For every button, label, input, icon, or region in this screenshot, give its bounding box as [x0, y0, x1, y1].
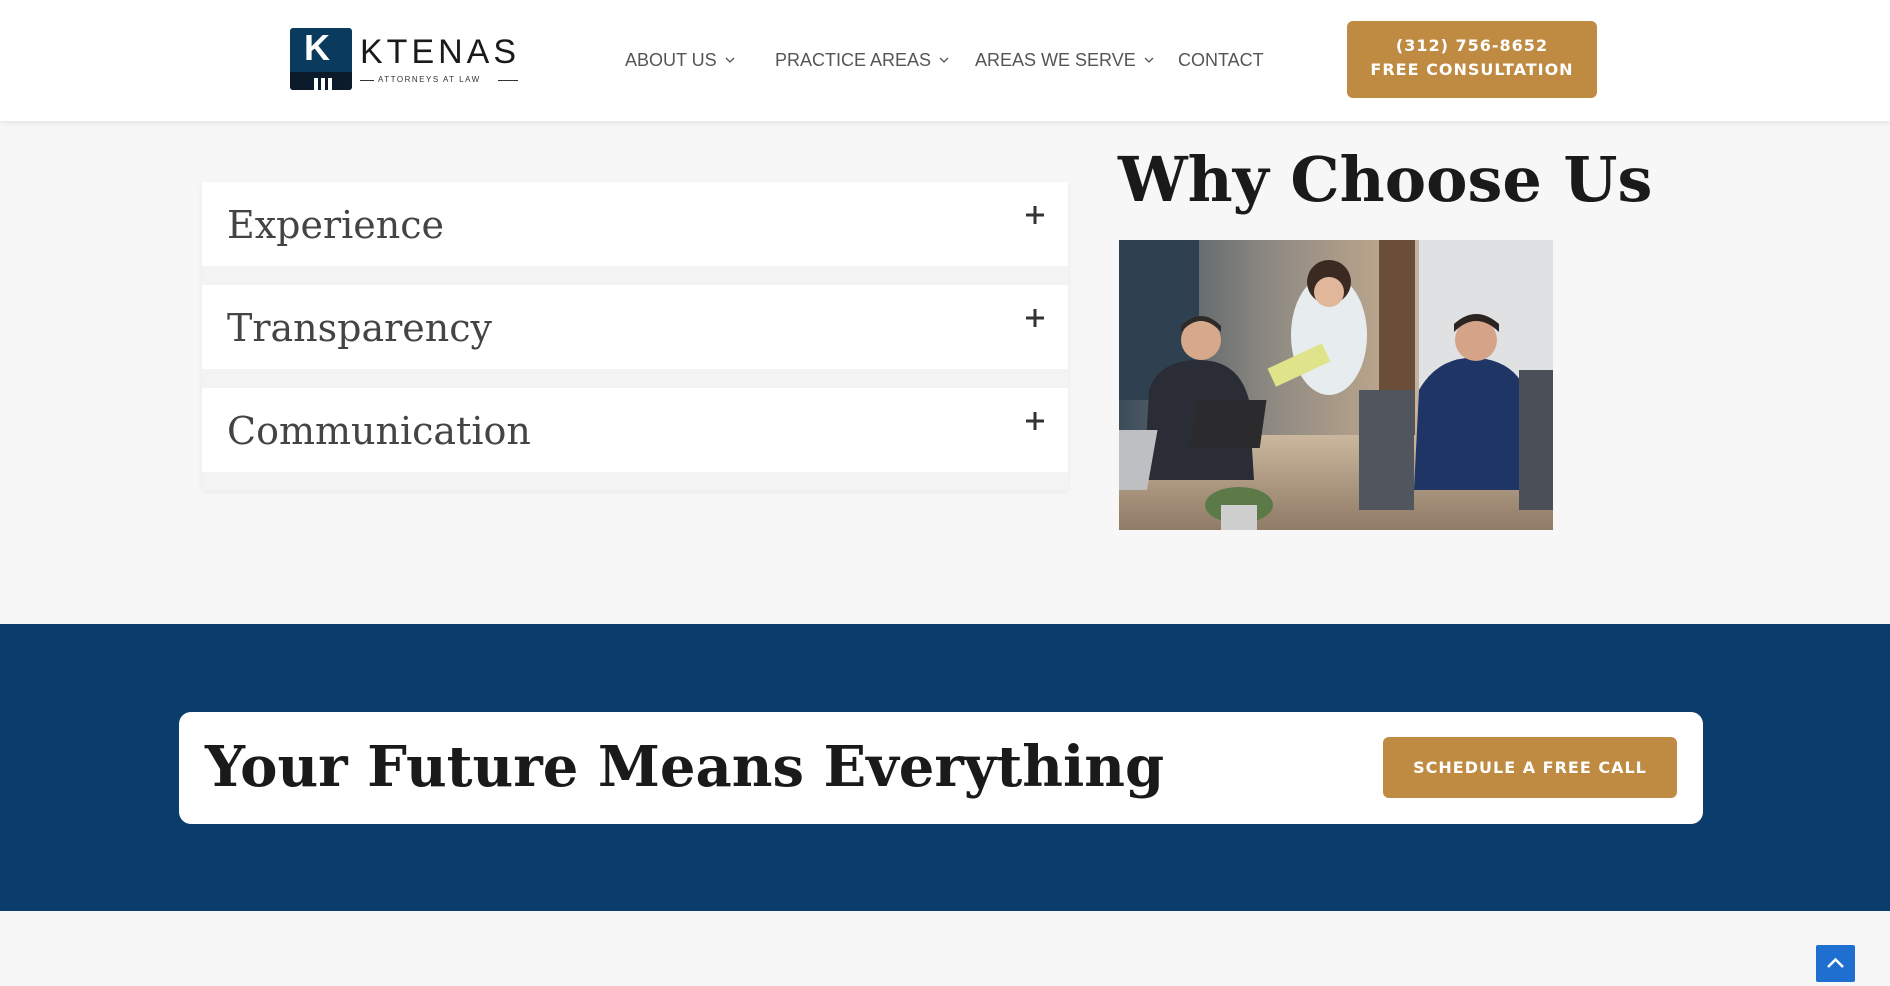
plus-icon[interactable] [1026, 412, 1044, 430]
nav-practice-areas[interactable]: PRACTICE AREAS [775, 47, 949, 73]
why-choose-us-heading: Why Choose Us [1118, 143, 1653, 216]
accordion-title: Communication [227, 409, 531, 453]
logo-divider-left [360, 80, 374, 81]
chevron-up-icon [1827, 957, 1844, 968]
nav-about-us-label: ABOUT US [625, 49, 717, 70]
accordion-item-communication[interactable]: Communication [202, 388, 1068, 472]
why-accordion: Experience Transparency Communication [202, 182, 1068, 490]
accordion-title: Experience [227, 203, 445, 247]
chevron-down-icon [939, 57, 949, 63]
free-consultation-button[interactable]: (312) 756-8652 FREE CONSULTATION [1347, 21, 1597, 98]
accordion-item-transparency[interactable]: Transparency [202, 285, 1068, 369]
logo-columns-icon [290, 72, 352, 90]
plus-icon[interactable] [1026, 206, 1044, 224]
cta-banner: Your Future Means Everything SCHEDULE A … [0, 624, 1890, 911]
logo-name: KTENAS [360, 33, 521, 71]
banner-card: Your Future Means Everything SCHEDULE A … [179, 712, 1703, 824]
logo-tagline: ATTORNEYS AT LAW [378, 75, 481, 84]
logo-letter: K [304, 28, 330, 68]
logo-mark-icon: K [290, 28, 352, 90]
scroll-to-top-button[interactable] [1816, 945, 1855, 982]
nav-areas-we-serve[interactable]: AREAS WE SERVE [975, 47, 1154, 73]
nav-practice-areas-label: PRACTICE AREAS [775, 49, 932, 70]
nav-areas-we-serve-label: AREAS WE SERVE [975, 49, 1136, 70]
accordion-title: Transparency [227, 306, 492, 350]
nav-contact-label: CONTACT [1178, 49, 1264, 70]
chevron-down-icon [1144, 57, 1154, 63]
banner-title: Your Future Means Everything [205, 734, 1165, 800]
plus-icon[interactable] [1026, 309, 1044, 327]
schedule-call-button[interactable]: SCHEDULE A FREE CALL [1383, 737, 1677, 798]
site-logo[interactable]: K KTENAS ATTORNEYS AT LAW [290, 28, 522, 92]
chevron-down-icon [725, 57, 735, 63]
nav-about-us[interactable]: ABOUT US [625, 47, 735, 73]
team-meeting-photo [1119, 240, 1553, 530]
accordion-item-experience[interactable]: Experience [202, 182, 1068, 266]
nav-contact[interactable]: CONTACT [1178, 47, 1264, 73]
logo-divider-right [498, 80, 518, 81]
site-header: K KTENAS ATTORNEYS AT LAW ABOUT US PRACT… [0, 0, 1890, 121]
cta-phone: (312) 756-8652 [1395, 36, 1549, 55]
cta-label: FREE CONSULTATION [1370, 60, 1574, 79]
next-section [0, 911, 1890, 982]
